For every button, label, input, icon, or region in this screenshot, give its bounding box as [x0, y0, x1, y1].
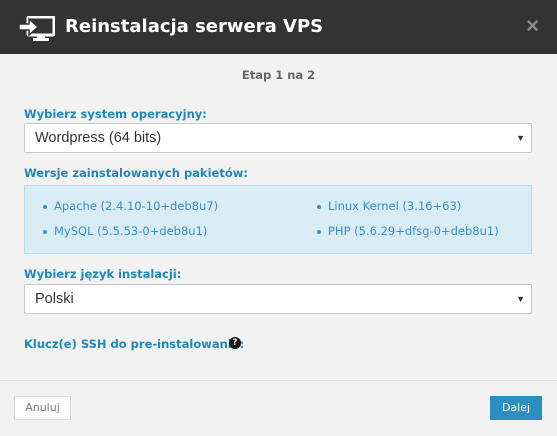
package-item: PHP (5.6.29+dfsg-0+deb8u1)	[317, 224, 499, 238]
ssh-keys-label: Klucz(e) SSH do pre-instalowania:	[24, 337, 245, 351]
chevron-down-icon: ▼	[516, 133, 525, 143]
dialog-title: Reinstalacja serwera VPS	[65, 16, 324, 37]
dialog-footer: Anuluj Dalej	[0, 380, 557, 436]
monitor-reinstall-icon	[19, 16, 55, 41]
step-indicator: Etap 1 na 2	[241, 68, 316, 82]
close-icon[interactable]: ×	[526, 15, 539, 37]
language-select-label: Wybierz język instalacji:	[24, 267, 182, 281]
language-select-value: Polski	[35, 291, 74, 307]
next-button[interactable]: Dalej	[490, 396, 542, 420]
dialog-header: Reinstalacja serwera VPS ×	[0, 0, 557, 54]
language-select[interactable]: Polski ▼	[24, 284, 532, 314]
help-icon[interactable]: ?	[229, 337, 241, 349]
os-select-value: Wordpress (64 bits)	[35, 130, 162, 146]
package-item: Apache (2.4.10-10+deb8u7)	[42, 199, 219, 213]
cancel-button[interactable]: Anuluj	[14, 396, 71, 420]
dialog-body: Etap 1 na 2 Wybierz system operacyjny: W…	[0, 54, 557, 380]
packages-label: Wersje zainstalowanych pakietów:	[24, 166, 248, 180]
os-select-label: Wybierz system operacyjny:	[24, 107, 207, 121]
chevron-down-icon: ▼	[516, 294, 525, 304]
package-item: Linux Kernel (3.16+63)	[316, 199, 462, 213]
packages-info-box: Apache (2.4.10-10+deb8u7) MySQL (5.5.53-…	[24, 185, 532, 254]
os-select[interactable]: Wordpress (64 bits) ▼	[24, 123, 532, 153]
package-item: MySQL (5.5.53-0+deb8u1)	[42, 224, 208, 238]
